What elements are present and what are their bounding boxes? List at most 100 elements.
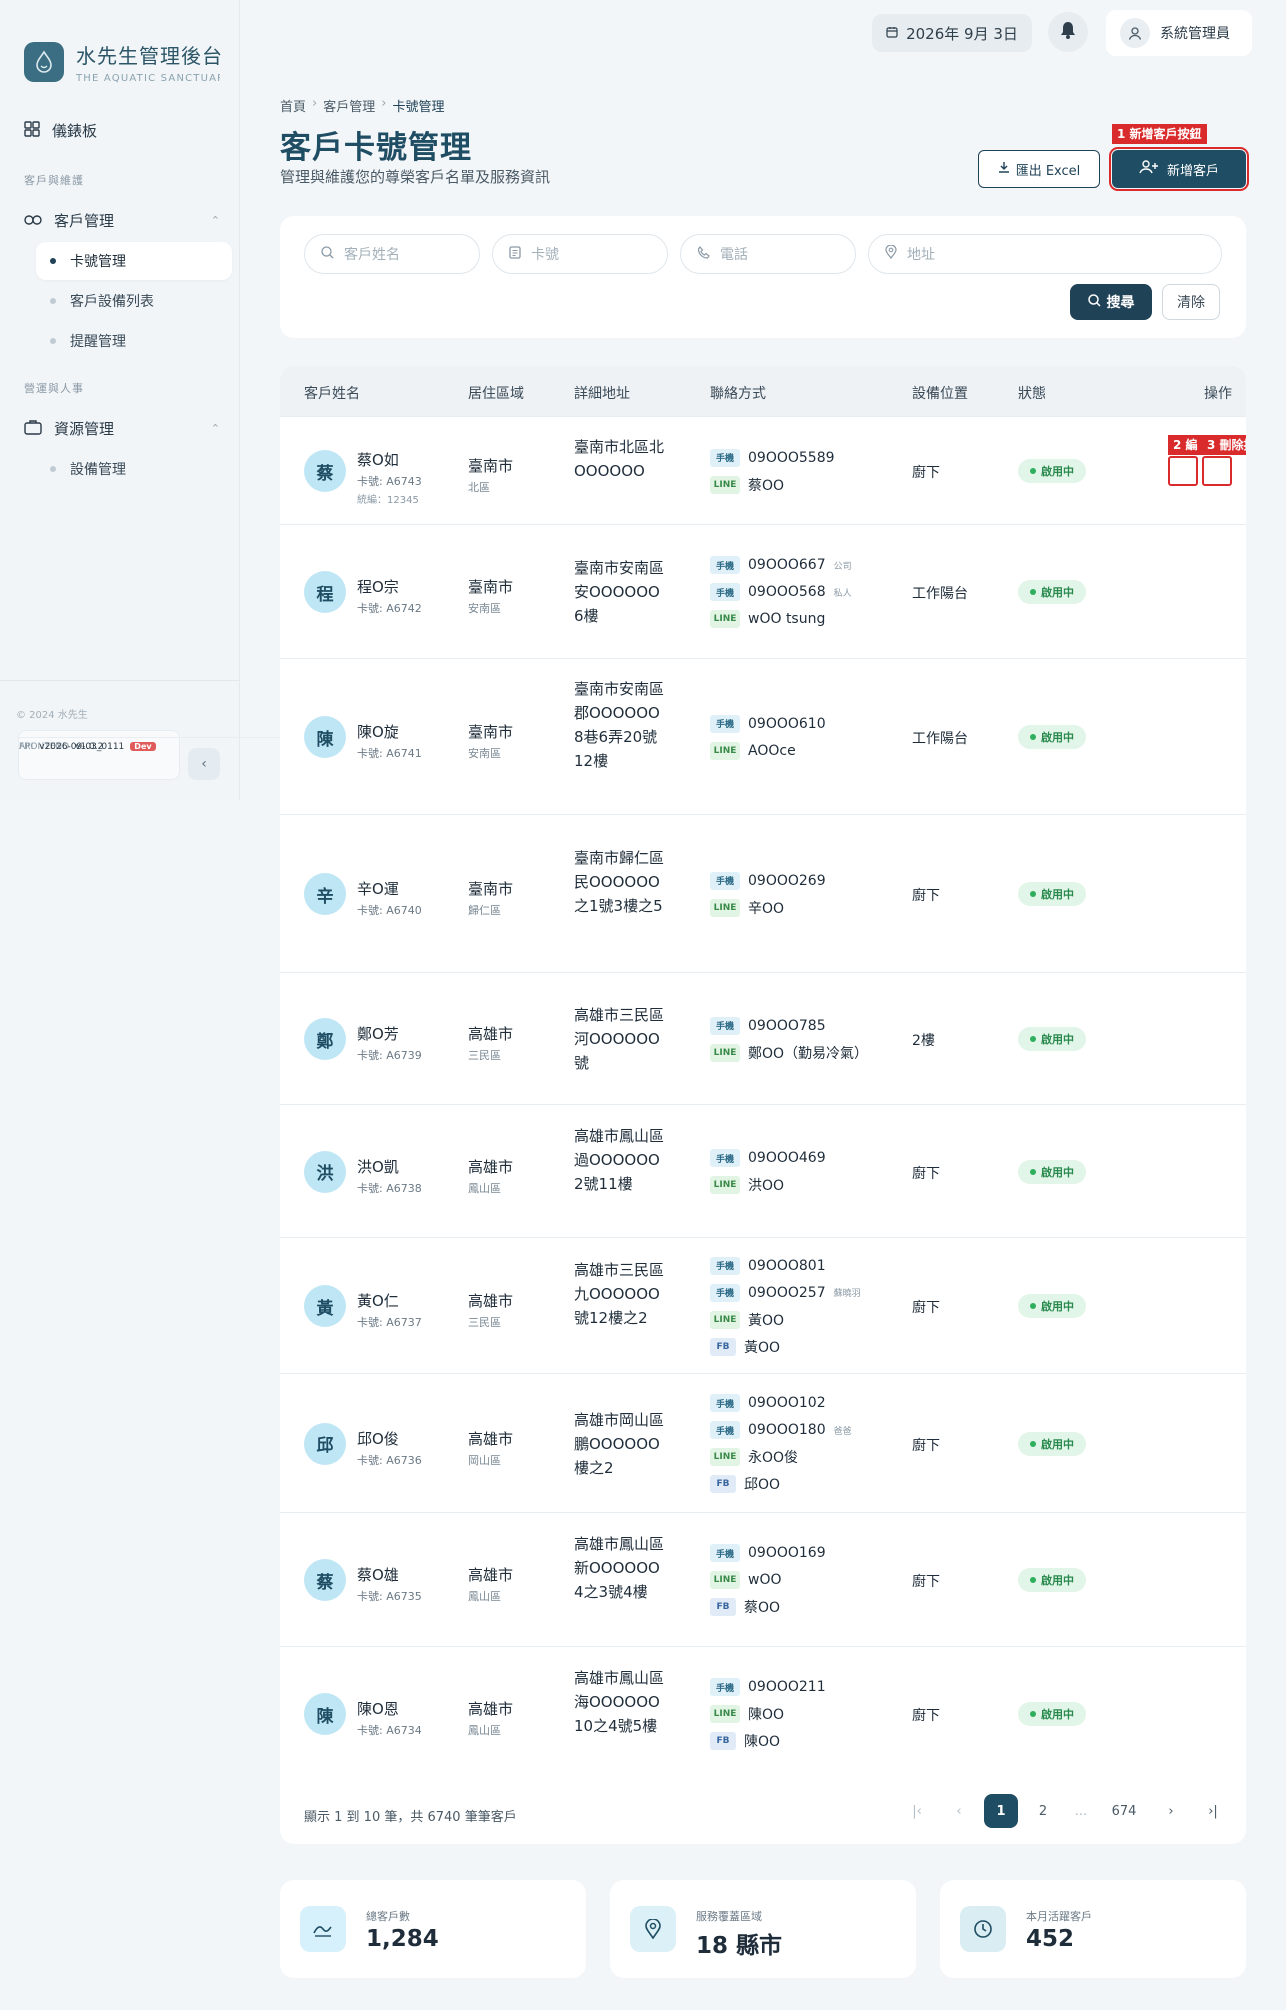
breadcrumb-separator: › — [381, 96, 387, 111]
breadcrumb-customers[interactable]: 客戶管理 — [323, 96, 375, 115]
brand[interactable]: 水先生管理後台 THE AQUATIC SANCTUARY — [24, 40, 223, 84]
table-row[interactable]: 邱邱O俊 卡號: A6736 高雄市 岡山區 高雄市岡山區鵬OOOOOO樓之2 手機 09O… — [280, 1373, 1246, 1512]
sidebar-item-dashboard[interactable]: 儀錶板 — [24, 120, 220, 141]
contact-value: 09OOO180 — [748, 1422, 826, 1438]
table-row[interactable]: 蔡蔡O雄 卡號: A6735 高雄市 鳳山區 高雄市鳳山區新OOOOOO4之3號4樓 手機… — [280, 1512, 1246, 1646]
page-button-2[interactable]: 2 — [1026, 1794, 1060, 1828]
customer-name: 黃O仁 — [357, 1292, 399, 1310]
collapse-sidebar-button[interactable]: ‹ — [188, 748, 220, 780]
status-badge: 啟用中 — [1018, 1431, 1086, 1456]
placeholder: 電話 — [720, 247, 748, 263]
sidebar-item-label: 儀錶板 — [52, 122, 98, 140]
customer-name-search-input[interactable]: 客戶姓名 — [304, 234, 480, 274]
sidebar-item-devices[interactable]: 設備管理 — [36, 450, 232, 488]
status-dot-icon — [1030, 468, 1036, 474]
status-dot-icon — [1030, 1036, 1036, 1042]
sidebar-item-label: 資源管理 — [54, 420, 115, 438]
table-row[interactable]: 黃黃O仁 卡號: A6737 高雄市 三民區 高雄市三民區九OOOOOO號12樓之2 手機… — [280, 1237, 1246, 1373]
prev-page-button[interactable]: ‹ — [942, 1794, 976, 1828]
chevron-left-icon: ‹ — [201, 756, 207, 772]
contact-value: 鄭OO（勤易冷氣） — [748, 1045, 869, 1062]
address: 高雄市鳳山區過OOOOOO2號11樓 — [574, 1126, 665, 1193]
status-badge: 啟用中 — [1018, 459, 1086, 483]
contact-value: 陳OO — [744, 1734, 781, 1750]
nav-group-operations: 營運與人事 — [24, 382, 84, 395]
city: 高雄市 — [468, 1566, 514, 1584]
avatar: 陳 — [304, 1693, 346, 1735]
delete-button[interactable] — [1202, 456, 1232, 486]
location-pin-icon — [630, 1906, 676, 1952]
sidebar-item-resources[interactable]: 資源管理 ⌃ — [24, 418, 220, 439]
annotation-delete-button: 3 刪除按鈕 — [1202, 435, 1246, 455]
contact-list: 手機 09OOO5589 LINE 蔡OO — [710, 444, 835, 498]
version-info: FRONTEND v1.0.2 API v2026-09-03_0111 Dev — [18, 730, 985, 780]
city: 臺南市 — [468, 578, 514, 596]
brand-title: 水先生管理後台 — [76, 44, 223, 68]
table-row[interactable]: 陳陳O旋 卡號: A6741 臺南市 安南區 臺南市安南區郡OOOOOO8巷6弄20號1… — [280, 658, 1246, 814]
table-row[interactable]: 辛辛O運 卡號: A6740 臺南市 歸仁區 臺南市歸仁區民OOOOOO之1號3樓之5 手… — [280, 814, 1246, 972]
table-row[interactable]: 鄭鄭O芳 卡號: A6739 高雄市 三民區 高雄市三民區河OOOOOO號 手機 09OOO… — [280, 972, 1246, 1104]
contact-list: 手機 09OOO169 LINE wOO FB 蔡OO — [710, 1540, 826, 1621]
contact-item: 手機 09OOO180 爸爸 — [710, 1417, 852, 1444]
table-header: 客戶姓名 居住區域 詳細地址 聯絡方式 設備位置 狀態 操作 — [280, 366, 1246, 416]
district: 岡山區 — [468, 1453, 501, 1467]
location-pin-icon — [885, 244, 897, 263]
contact-type-badge: 手機 — [710, 1394, 740, 1412]
status-text: 啟用中 — [1041, 1033, 1074, 1046]
search-button[interactable]: 搜尋 — [1070, 284, 1152, 320]
table-row[interactable]: 陳陳O恩 卡號: A6734 高雄市 鳳山區 高雄市鳳山區海OOOOOO10之4號5樓 手… — [280, 1646, 1246, 1780]
city: 高雄市 — [468, 1025, 514, 1043]
search-icon — [321, 245, 334, 263]
contact-note: 蘇曉羽 — [833, 1289, 861, 1299]
contact-item: 手機 09OOO801 — [710, 1252, 861, 1279]
pagination: |‹ ‹ 1 2 ... 674 › ›| — [900, 1794, 1230, 1828]
edit-button[interactable] — [1168, 456, 1198, 486]
user-menu-button[interactable]: 系統管理員 — [1106, 10, 1252, 56]
contact-list: 手機 09OOO469 LINE 洪OO — [710, 1145, 826, 1199]
avatar: 程 — [304, 571, 346, 613]
annotation-edit-button: 2 編 — [1168, 435, 1203, 455]
page-title: 客戶卡號管理 — [280, 130, 472, 166]
bell-icon — [1060, 21, 1076, 43]
page-button-last[interactable]: 674 — [1102, 1794, 1146, 1828]
card-number: 卡號: A6736 — [357, 1453, 422, 1467]
sidebar-item-card-management[interactable]: 卡號管理 — [36, 242, 232, 280]
sidebar-divider — [0, 680, 240, 681]
customer-name: 陳O旋 — [357, 723, 399, 741]
last-page-button[interactable]: ›| — [1196, 1794, 1230, 1828]
add-customer-button[interactable]: 新增客戶 — [1109, 147, 1249, 191]
stat-card-active-customers: 本月活躍客戶 452 — [940, 1880, 1246, 1978]
contact-item: FB 陳OO — [710, 1728, 826, 1755]
address-search-input[interactable]: 地址 — [868, 234, 1222, 274]
phone-search-input[interactable]: 電話 — [680, 234, 856, 274]
contact-value: 邱OO — [744, 1477, 781, 1493]
status-badge: 啟用中 — [1018, 1568, 1086, 1592]
contact-type-badge: FB — [710, 1475, 736, 1493]
sidebar-item-reminders[interactable]: 提醒管理 — [36, 322, 232, 360]
district: 鳳山區 — [468, 1590, 501, 1603]
clear-button[interactable]: 清除 — [1162, 284, 1220, 320]
notifications-button[interactable] — [1048, 12, 1088, 52]
sidebar-item-customer-equipment[interactable]: 客戶設備列表 — [36, 282, 232, 320]
table-row[interactable]: 洪洪O凱 卡號: A6738 高雄市 鳳山區 高雄市鳳山區過OOOOOO2號11樓 手機 0… — [280, 1104, 1246, 1237]
district: 三民區 — [468, 1049, 501, 1062]
contact-type-badge: LINE — [710, 898, 740, 917]
page-button-1[interactable]: 1 — [984, 1794, 1018, 1828]
sidebar-item-label: 卡號管理 — [70, 254, 126, 270]
table-row[interactable]: 程程O宗 卡號: A6742 臺南市 安南區 臺南市安南區安OOOOOO6樓 手機 09OO… — [280, 524, 1246, 658]
sidebar-item-customers[interactable]: 客戶管理 ⌃ — [24, 210, 220, 231]
contact-type-badge: LINE — [710, 1705, 740, 1723]
card-number: 卡號: A6741 — [357, 747, 422, 760]
contact-item: FB 邱OO — [710, 1471, 852, 1498]
card-number-search-input[interactable]: 卡號 — [492, 234, 668, 274]
breadcrumb-home[interactable]: 首頁 — [280, 96, 306, 115]
contact-value: 09OOO211 — [748, 1679, 826, 1695]
export-excel-button[interactable]: 匯出 Excel — [978, 150, 1100, 188]
address: 臺南市安南區郡OOOOOO8巷6弄20號12樓 — [574, 680, 665, 770]
add-user-icon — [1139, 160, 1159, 178]
table-row[interactable]: 蔡蔡O如 卡號: A6743 統編：12345 臺南市 北區 臺南市北區北OOOOOO 手機… — [280, 416, 1246, 524]
first-page-button[interactable]: |‹ — [900, 1794, 934, 1828]
briefcase-icon — [24, 419, 42, 439]
district: 歸仁區 — [468, 904, 501, 917]
next-page-button[interactable]: › — [1154, 1794, 1188, 1828]
